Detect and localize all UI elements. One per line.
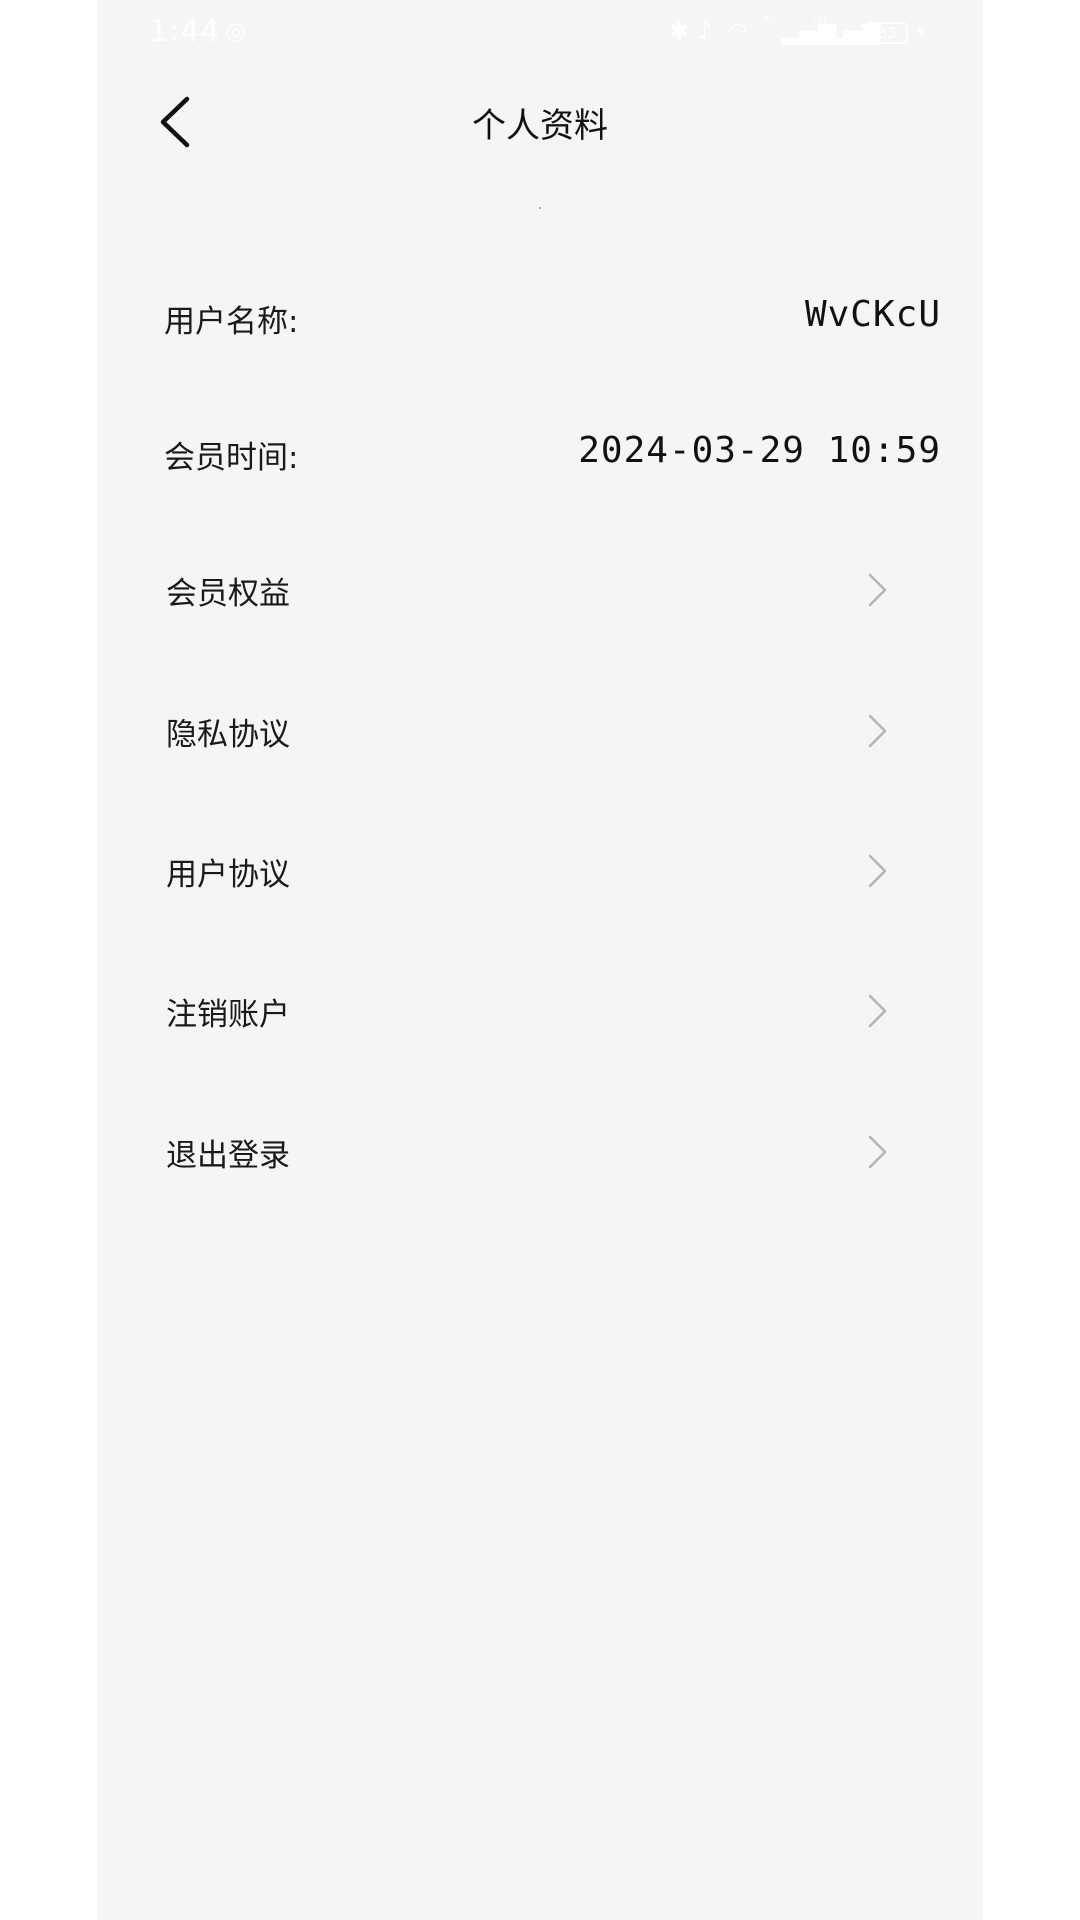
- chevron-right-icon: [868, 714, 887, 748]
- status-time: 1:44: [149, 14, 221, 49]
- network-type-label: ⁴ᴳ: [763, 14, 776, 30]
- username-value: WvCKcU: [804, 294, 941, 335]
- page-title: 个人资料: [472, 106, 608, 146]
- menu-item-logout[interactable]: 退出登录: [97, 1104, 983, 1200]
- membership-value: 2024-03-29 10:59: [578, 430, 941, 471]
- menu-item-label: 用户协议: [166, 857, 290, 893]
- chevron-right-icon: [868, 854, 887, 888]
- username-label: 用户名称:: [164, 304, 299, 340]
- divider-dot: [539, 207, 541, 209]
- battery-icon: 33: [866, 22, 908, 44]
- menu-item-label: 会员权益: [166, 576, 290, 612]
- username-row: 用户名称: WvCKcU: [97, 278, 983, 358]
- menu-item-label: 退出登录: [166, 1138, 290, 1174]
- membership-row: 会员时间: 2024-03-29 10:59: [97, 414, 983, 494]
- mute-icon: ♪: [697, 17, 713, 45]
- menu-item-label: 隐私协议: [166, 717, 290, 753]
- menu-item-label: 注销账户: [166, 997, 290, 1033]
- status-bar: 1:44 ◎ ✱ ♪ ◠ ⁴ᴳ ▂▄▆ ᴴᴰ ▂▄▆ 33 ⚡: [97, 0, 983, 66]
- profile-screen: 1:44 ◎ ✱ ♪ ◠ ⁴ᴳ ▂▄▆ ᴴᴰ ▂▄▆ 33 ⚡ 个人资料 用户名…: [97, 0, 983, 1920]
- menu-item-user-agreement[interactable]: 用户协议: [97, 823, 983, 919]
- chevron-right-icon: [868, 1135, 887, 1169]
- menu-item-member-benefits[interactable]: 会员权益: [97, 542, 983, 638]
- menu-item-delete-account[interactable]: 注销账户: [97, 963, 983, 1059]
- notification-icon: ◎: [225, 17, 246, 45]
- membership-label: 会员时间:: [164, 440, 299, 476]
- bluetooth-icon: ✱: [669, 17, 690, 45]
- menu-item-privacy-policy[interactable]: 隐私协议: [97, 683, 983, 779]
- chevron-right-icon: [868, 994, 887, 1028]
- wifi-icon: ◠: [727, 17, 748, 45]
- charging-icon: ⚡: [914, 20, 929, 44]
- chevron-right-icon: [868, 573, 887, 607]
